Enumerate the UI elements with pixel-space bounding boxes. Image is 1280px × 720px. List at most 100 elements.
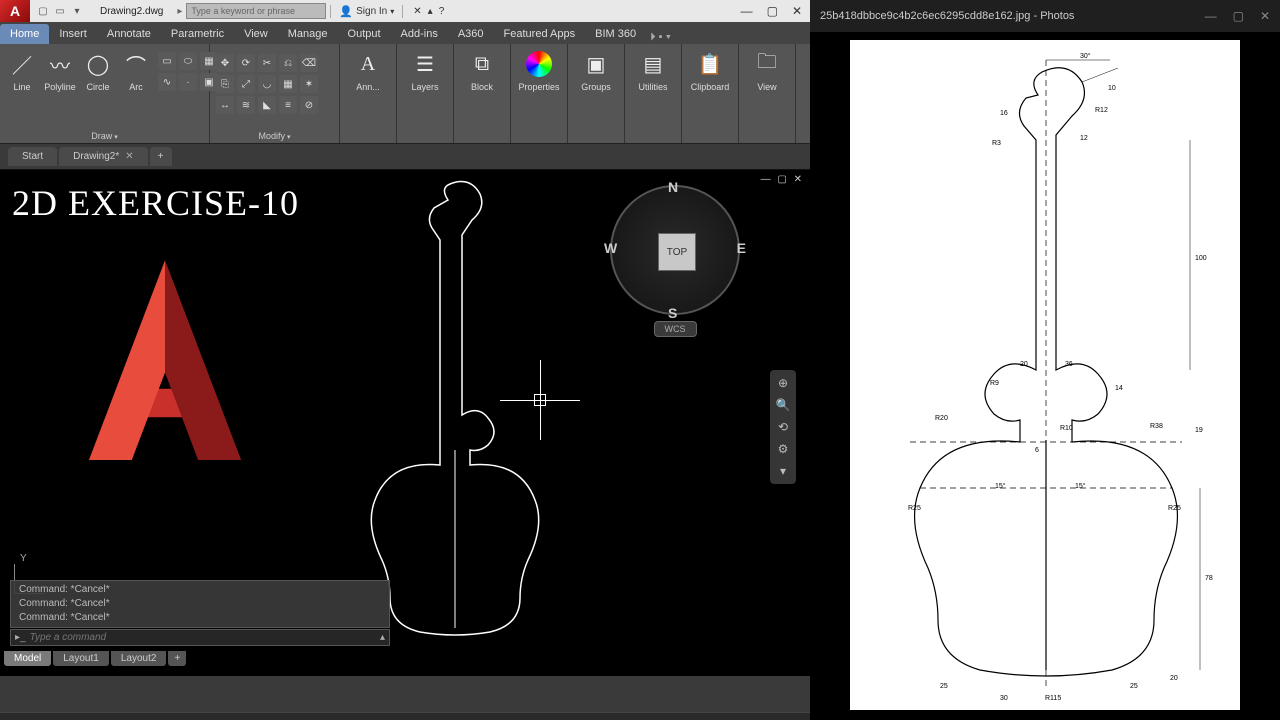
layers-button[interactable]: ☰Layers — [403, 48, 447, 92]
tab-parametric[interactable]: Parametric — [161, 24, 234, 44]
ribbon-extra-icon[interactable]: ⏵ ▪ ▾ — [650, 31, 671, 44]
wheel-icon[interactable]: ⚙ — [778, 442, 789, 456]
panel-modify-title[interactable]: Modify — [216, 129, 333, 141]
tab-featured[interactable]: Featured Apps — [494, 24, 586, 44]
line-button[interactable]: ／Line — [6, 48, 38, 92]
ellipse-icon[interactable]: ⬭ — [179, 52, 197, 70]
maximize-button[interactable]: ▢ — [767, 4, 778, 18]
array-icon[interactable]: ▦ — [279, 75, 297, 93]
photos-image[interactable]: 30° 10 R12 16 R3 12 100 20 36 R9 R10 14 … — [850, 40, 1240, 710]
svg-text:19: 19 — [1195, 427, 1203, 434]
tab-start[interactable]: Start — [8, 147, 57, 166]
offset-icon[interactable]: ≋ — [237, 96, 255, 114]
tab-insert[interactable]: Insert — [49, 24, 97, 44]
tab-view[interactable]: View — [234, 24, 278, 44]
draw-small-tools: ▭⬭▦ ∿·▣ — [158, 52, 218, 92]
tab-manage[interactable]: Manage — [278, 24, 338, 44]
erase-icon[interactable]: ⌫ — [300, 54, 318, 72]
guitar-outline — [350, 180, 560, 645]
orbit-icon[interactable]: ⟲ — [778, 420, 788, 434]
more-icon[interactable]: ▾ — [780, 464, 786, 478]
save-icon[interactable]: ▾ — [70, 4, 84, 18]
tab-annotate[interactable]: Annotate — [97, 24, 161, 44]
annotate-button[interactable]: AAnn... — [346, 48, 390, 92]
search-input[interactable]: Type a keyword or phrase — [186, 3, 326, 19]
new-icon[interactable]: ▢ — [36, 4, 50, 18]
tab-drawing2[interactable]: Drawing2*✕ — [59, 147, 148, 166]
tab-home[interactable]: Home — [0, 24, 49, 44]
close-icon[interactable]: ✕ — [125, 151, 133, 162]
spline-icon[interactable]: ∿ — [158, 73, 176, 91]
command-input[interactable] — [30, 632, 380, 643]
svg-text:R20: R20 — [935, 415, 948, 422]
clipboard-button[interactable]: 📋Clipboard — [688, 48, 732, 92]
cmd-handle-icon[interactable]: ▴ — [380, 632, 385, 643]
fillet-icon[interactable]: ◡ — [258, 75, 276, 93]
panel-draw-title[interactable]: Draw — [6, 129, 203, 141]
properties-button[interactable]: Properties — [517, 48, 561, 92]
svg-text:30°: 30° — [1080, 52, 1091, 60]
svg-text:25: 25 — [940, 683, 948, 690]
tab-output[interactable]: Output — [338, 24, 391, 44]
dropdown-icon[interactable]: ▸ — [173, 6, 186, 17]
wcs-badge[interactable]: WCS — [654, 321, 697, 337]
chamfer-icon[interactable]: ◣ — [258, 96, 276, 114]
exchange-icon[interactable]: ✕ — [413, 6, 421, 17]
dir-e[interactable]: E — [737, 240, 746, 256]
trim-icon[interactable]: ✂ — [258, 54, 276, 72]
rotate-icon[interactable]: ⟳ — [237, 54, 255, 72]
panel-block: ⧉Block — [454, 44, 511, 143]
point-icon[interactable]: · — [179, 73, 197, 91]
utilities-button[interactable]: ▤Utilities — [631, 48, 675, 92]
viewcube[interactable]: N S E W TOP WCS — [600, 185, 750, 337]
move-icon[interactable]: ✥ — [216, 54, 234, 72]
zoom-icon[interactable]: 🔍 — [776, 398, 791, 412]
svg-text:12: 12 — [1080, 135, 1088, 142]
ribbon-tabs: Home Insert Annotate Parametric View Man… — [0, 22, 810, 44]
tab-bim360[interactable]: BIM 360 — [585, 24, 646, 44]
drawing-canvas[interactable]: — ▢ ✕ 2D EXERCISE-10 N S E W — [0, 170, 810, 676]
groups-button[interactable]: ▣Groups — [574, 48, 618, 92]
circle-button[interactable]: ◯Circle — [82, 48, 114, 92]
break-icon[interactable]: ⊘ — [300, 96, 318, 114]
minimize-button[interactable]: — — [1205, 9, 1217, 23]
close-button[interactable]: ✕ — [1260, 9, 1270, 23]
tab-a360[interactable]: A360 — [448, 24, 494, 44]
photos-window: 25b418dbbce9c4b2c6ec6295cdd8e162.jpg - P… — [810, 0, 1280, 720]
add-layout-button[interactable]: + — [168, 651, 186, 666]
block-button[interactable]: ⧉Block — [460, 48, 504, 92]
photos-titlebar: 25b418dbbce9c4b2c6ec6295cdd8e162.jpg - P… — [810, 0, 1280, 32]
new-tab-button[interactable]: + — [150, 147, 172, 166]
align-icon[interactable]: ≡ — [279, 96, 297, 114]
dir-s[interactable]: S — [668, 305, 677, 321]
open-icon[interactable]: ▭ — [53, 4, 67, 18]
minimize-button[interactable]: — — [741, 4, 753, 18]
tab-model[interactable]: Model — [4, 651, 51, 666]
arc-button[interactable]: ⌒Arc — [120, 48, 152, 92]
help-icon[interactable]: ? — [439, 6, 445, 17]
tab-layout2[interactable]: Layout2 — [111, 651, 167, 666]
copy-icon[interactable]: ⎘ — [216, 75, 234, 93]
tab-addins[interactable]: Add-ins — [391, 24, 448, 44]
viewcube-top[interactable]: TOP — [658, 233, 696, 271]
explode-icon[interactable]: ✶ — [300, 75, 318, 93]
tab-layout1[interactable]: Layout1 — [53, 651, 109, 666]
dir-w[interactable]: W — [604, 240, 617, 256]
mirror-icon[interactable]: ⎌ — [279, 54, 297, 72]
svg-text:36: 36 — [1065, 361, 1073, 368]
view-button[interactable]: 🗀View — [745, 48, 789, 92]
scale-icon[interactable]: ⤢ — [237, 75, 255, 93]
close-button[interactable]: ✕ — [792, 4, 802, 18]
command-input-row[interactable]: ▸_ ▴ — [10, 629, 390, 646]
polyline-button[interactable]: 〰Polyline — [44, 48, 76, 92]
signin-button[interactable]: 👤 Sign In ▾ — [330, 5, 403, 18]
maximize-button[interactable]: ▢ — [1233, 9, 1244, 23]
app-icon[interactable]: ▴ — [428, 6, 433, 17]
pan-icon[interactable]: ⊕ — [778, 376, 788, 390]
stretch-icon[interactable]: ↔ — [216, 96, 234, 114]
dir-n[interactable]: N — [668, 179, 678, 195]
rect-icon[interactable]: ▭ — [158, 52, 176, 70]
title-bar: A ▢ ▭ ▾ Drawing2.dwg ▸ Type a keyword or… — [0, 0, 810, 22]
app-logo[interactable]: A — [0, 0, 30, 22]
viewport-controls[interactable]: — ▢ ✕ — [761, 174, 804, 185]
